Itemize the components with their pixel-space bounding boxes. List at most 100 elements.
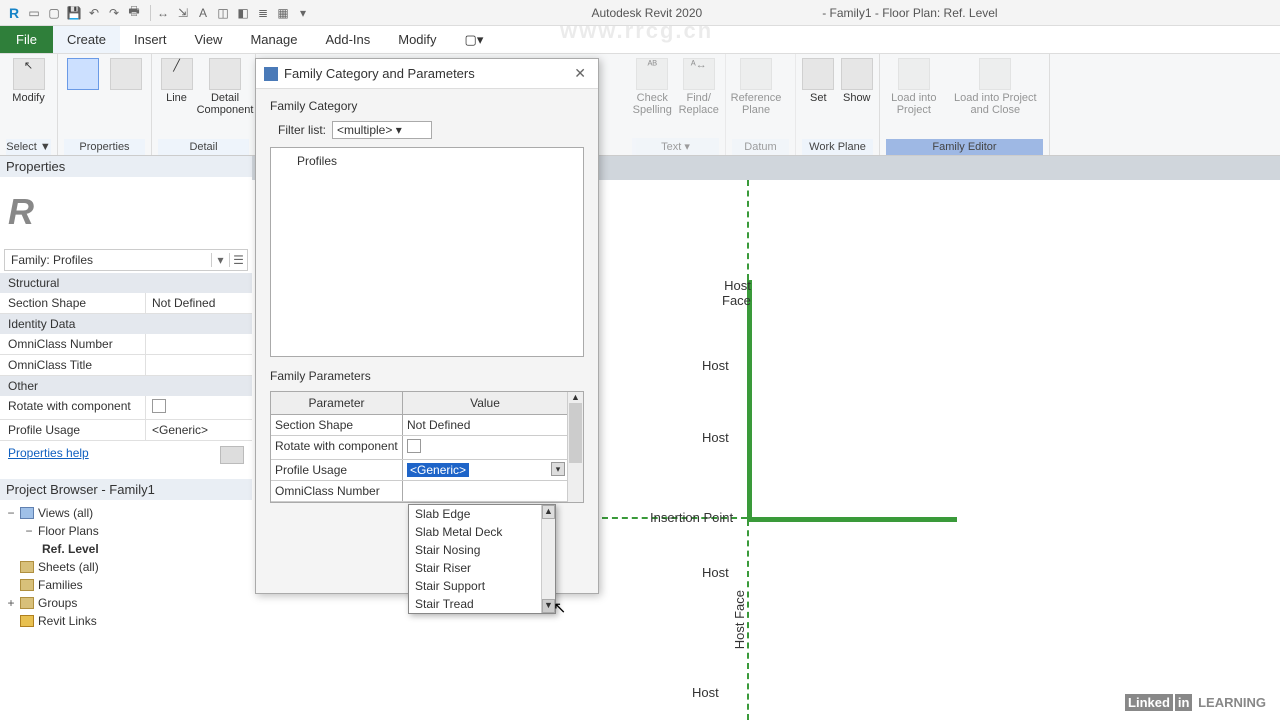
qat-3d-icon[interactable]: ◫ bbox=[215, 5, 231, 21]
qat-text-icon[interactable]: A bbox=[195, 5, 211, 21]
properties-icon bbox=[67, 58, 99, 90]
param-table-scrollbar[interactable]: ▲ bbox=[567, 392, 583, 502]
prop-row-omniclass-number: OmniClass Number bbox=[0, 334, 252, 355]
ribbon-tabs: File Create Insert View Manage Add-Ins M… bbox=[0, 26, 1280, 54]
tab-view[interactable]: View bbox=[181, 26, 237, 53]
detail-component-tool[interactable]: Detail Component bbox=[201, 58, 249, 116]
tree-groups[interactable]: +Groups bbox=[6, 594, 246, 612]
profile-usage-dropdown-arrow[interactable]: ▾ bbox=[551, 462, 565, 476]
tab-insert[interactable]: Insert bbox=[120, 26, 181, 53]
qat-separator bbox=[150, 5, 151, 21]
tree-families[interactable]: Families bbox=[6, 576, 246, 594]
qat-open-icon[interactable]: ▢ bbox=[46, 5, 62, 21]
tab-addins[interactable]: Add-Ins bbox=[311, 26, 384, 53]
type-preview: R bbox=[0, 177, 252, 247]
label-host-3: Host bbox=[702, 565, 729, 580]
tree-ref-level[interactable]: Ref. Level bbox=[6, 540, 246, 558]
family-types-icon bbox=[110, 58, 142, 90]
revit-r-icon: R bbox=[8, 191, 34, 233]
category-item-profiles[interactable]: Profiles bbox=[281, 154, 573, 168]
dropdown-scrollbar[interactable]: ▲ ▼ bbox=[541, 505, 555, 613]
qat-close-inactive-icon[interactable]: ▦ bbox=[275, 5, 291, 21]
dialog-title: Family Category and Parameters bbox=[284, 66, 570, 81]
ribbon-group-select[interactable]: Select ▼ bbox=[6, 139, 51, 155]
qat-measure-icon[interactable]: ↔ bbox=[155, 5, 171, 21]
qat-new-icon[interactable]: ▭ bbox=[26, 5, 42, 21]
properties-button[interactable] bbox=[64, 58, 102, 90]
scroll-up-arrow[interactable]: ▲ bbox=[542, 505, 555, 519]
family-category-label: Family Category bbox=[270, 99, 584, 113]
ribbon-group-workplane: Work Plane bbox=[802, 139, 873, 155]
load-into-project-button[interactable]: Load into Project bbox=[886, 58, 942, 116]
col-value: Value bbox=[403, 392, 567, 414]
properties-help-link[interactable]: Properties help bbox=[0, 441, 252, 469]
dialog-close-button[interactable]: ✕ bbox=[570, 65, 590, 82]
apply-button[interactable] bbox=[220, 446, 244, 464]
chevron-down-icon[interactable]: ▾ bbox=[211, 253, 229, 267]
option-stair-riser[interactable]: Stair Riser bbox=[409, 559, 555, 577]
tab-manage[interactable]: Manage bbox=[236, 26, 311, 53]
option-stair-nosing[interactable]: Stair Nosing bbox=[409, 541, 555, 559]
tab-create[interactable]: Create bbox=[53, 26, 120, 53]
properties-panel: Properties R Family: Profiles ▾ ☰ Struct… bbox=[0, 156, 252, 469]
tree-sheets[interactable]: Sheets (all) bbox=[6, 558, 246, 576]
ref-plane-icon bbox=[740, 58, 772, 90]
rotate-checkbox-dlg[interactable] bbox=[407, 439, 421, 453]
set-workplane-button[interactable]: Set bbox=[802, 58, 835, 104]
properties-panel-title: Properties bbox=[0, 156, 252, 177]
line-tool[interactable]: ╱Line bbox=[158, 58, 195, 104]
rotate-checkbox[interactable] bbox=[152, 399, 166, 413]
option-slab-metal-deck[interactable]: Slab Metal Deck bbox=[409, 523, 555, 541]
profile-usage-cell[interactable]: <Generic>▾ bbox=[403, 460, 567, 480]
cursor-icon: ↖ bbox=[13, 58, 45, 90]
check-spelling-button[interactable]: ᴬᴮCheck Spelling bbox=[632, 58, 673, 116]
tab-context-dropdown[interactable]: ▢▾ bbox=[451, 26, 498, 53]
qat-undo-icon[interactable]: ↶ bbox=[86, 5, 102, 21]
prop-row-profile-usage: Profile Usage<Generic> bbox=[0, 420, 252, 441]
families-icon bbox=[20, 579, 34, 591]
qat-print-icon[interactable]: 🖶 bbox=[126, 5, 142, 21]
param-row-rotate: Rotate with component bbox=[271, 436, 567, 460]
filter-list-dropdown[interactable]: <multiple> ▾ bbox=[332, 121, 432, 139]
label-host-face: Host Face bbox=[722, 278, 751, 308]
ribbon: ↖Modify Select ▼ Properties ╱Line Detail… bbox=[0, 54, 1280, 156]
tree-revit-links[interactable]: Revit Links bbox=[6, 612, 246, 630]
show-workplane-button[interactable]: Show bbox=[841, 58, 874, 104]
prop-row-omniclass-title: OmniClass Title bbox=[0, 355, 252, 376]
option-stair-tread[interactable]: Stair Tread bbox=[409, 595, 555, 613]
tree-floor-plans[interactable]: −Floor Plans bbox=[6, 522, 246, 540]
left-panels: Properties R Family: Profiles ▾ ☰ Struct… bbox=[0, 156, 252, 720]
profile-usage-dropdown[interactable]: Slab Edge Slab Metal Deck Stair Nosing S… bbox=[408, 504, 556, 614]
label-host-4: Host bbox=[692, 685, 719, 700]
spelling-icon: ᴬᴮ bbox=[636, 58, 668, 90]
qat-redo-icon[interactable]: ↷ bbox=[106, 5, 122, 21]
qat-section-icon[interactable]: ◧ bbox=[235, 5, 251, 21]
edit-type-icon[interactable]: ☰ bbox=[229, 253, 247, 267]
tab-modify[interactable]: Modify bbox=[384, 26, 450, 53]
option-slab-edge[interactable]: Slab Edge bbox=[409, 505, 555, 523]
prop-group-identity: Identity Data bbox=[0, 314, 252, 334]
reference-plane-tool[interactable]: Reference Plane bbox=[732, 58, 780, 116]
label-host-face-vertical: Host Face bbox=[732, 590, 747, 649]
qat-save-icon[interactable]: 💾 bbox=[66, 5, 82, 21]
family-type-selector[interactable]: Family: Profiles ▾ ☰ bbox=[4, 249, 248, 271]
option-stair-support[interactable]: Stair Support bbox=[409, 577, 555, 595]
family-types-button[interactable] bbox=[108, 58, 146, 90]
file-tab[interactable]: File bbox=[0, 26, 53, 53]
groups-icon bbox=[20, 597, 34, 609]
prop-group-structural: Structural bbox=[0, 273, 252, 293]
find-replace-button[interactable]: ᴬ↔Find/ Replace bbox=[679, 58, 720, 116]
dialog-titlebar[interactable]: Family Category and Parameters ✕ bbox=[256, 59, 598, 89]
qat-switch-windows-icon[interactable]: ▾ bbox=[295, 5, 311, 21]
param-row-omniclass: OmniClass Number bbox=[271, 481, 567, 502]
modify-tool[interactable]: ↖Modify bbox=[6, 58, 51, 104]
tree-views[interactable]: −Views (all) bbox=[6, 504, 246, 522]
param-row-profile-usage: Profile Usage<Generic>▾ bbox=[271, 460, 567, 481]
load-into-project-close-button[interactable]: Load into Project and Close bbox=[948, 58, 1043, 116]
ribbon-group-text[interactable]: Text ▾ bbox=[632, 138, 719, 155]
qat-thin-lines-icon[interactable]: ≣ bbox=[255, 5, 271, 21]
family-parameters-table: Parameter Value Section ShapeNot Defined… bbox=[270, 391, 584, 503]
category-listbox[interactable]: Profiles bbox=[270, 147, 584, 357]
links-icon bbox=[20, 615, 34, 627]
qat-dimension-icon[interactable]: ⇲ bbox=[175, 5, 191, 21]
